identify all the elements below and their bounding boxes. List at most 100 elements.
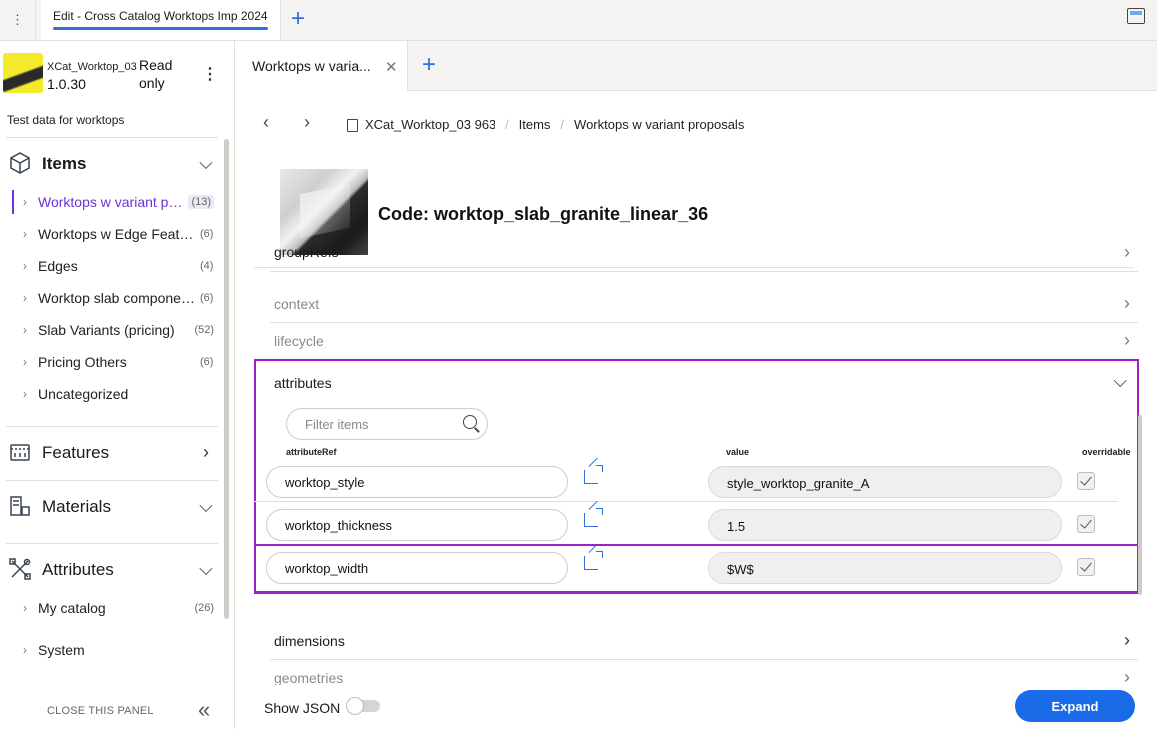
item-code-title: Code: worktop_slab_granite_linear_36 bbox=[378, 204, 709, 224]
show-json-toggle[interactable] bbox=[346, 697, 380, 715]
sidebar-item-edges[interactable]: › Edges (4) bbox=[12, 252, 218, 280]
close-icon[interactable]: ✕ bbox=[385, 58, 398, 76]
search-icon[interactable] bbox=[463, 415, 477, 429]
attribute-value: style_worktop_granite_A bbox=[727, 476, 870, 491]
attribute-value-field[interactable]: style_worktop_granite_A bbox=[708, 466, 1062, 498]
chevron-right-icon[interactable]: › bbox=[12, 643, 38, 657]
chevron-right-icon[interactable]: › bbox=[1124, 242, 1130, 263]
chevron-down-icon[interactable]: ⌵ bbox=[1113, 371, 1127, 392]
chevron-right-icon[interactable]: › bbox=[12, 291, 38, 305]
add-tab-button[interactable]: + bbox=[422, 51, 436, 79]
item-count: (26) bbox=[194, 602, 214, 614]
sidebar-scrollbar[interactable] bbox=[224, 139, 229, 619]
chevron-right-icon[interactable]: › bbox=[198, 441, 214, 463]
chevron-right-icon[interactable]: › bbox=[12, 323, 38, 337]
property-label: lifecycle bbox=[274, 333, 324, 349]
sidebar-item-slab-variants[interactable]: › Slab Variants (pricing) (52) bbox=[12, 316, 218, 344]
breadcrumb-catalog[interactable]: XCat_Worktop_03 9630 bbox=[365, 117, 495, 132]
section-materials[interactable]: Materials ⌵ bbox=[6, 480, 218, 532]
sidebar-item-slab-components[interactable]: › Worktop slab components (6) bbox=[12, 284, 218, 312]
property-context[interactable]: context › bbox=[270, 286, 1138, 323]
catalog-logo bbox=[3, 53, 43, 93]
sidebar-item-label: My catalog bbox=[38, 600, 106, 616]
sidebar-item-my-catalog[interactable]: › My catalog (26) bbox=[12, 594, 218, 622]
forward-arrow-icon[interactable]: › bbox=[304, 112, 310, 133]
item-count: (6) bbox=[200, 292, 214, 304]
attribute-value: 1.5 bbox=[727, 519, 746, 534]
attributes-icon bbox=[9, 558, 31, 580]
chevron-down-icon[interactable]: ⌵ bbox=[198, 558, 214, 580]
item-count: (6) bbox=[200, 356, 214, 368]
filter-items-input[interactable]: Filter items bbox=[286, 408, 488, 440]
section-attributes[interactable]: Attributes ⌵ bbox=[6, 543, 218, 595]
chevron-right-icon[interactable]: › bbox=[1124, 630, 1130, 651]
section-features-label: Features bbox=[42, 443, 110, 462]
catalog-version: 1.0.30 bbox=[47, 76, 86, 92]
column-header-value: value bbox=[726, 447, 750, 457]
close-panel-button[interactable]: CLOSE THIS PANEL bbox=[47, 705, 154, 717]
attribute-value-field[interactable]: 1.5 bbox=[708, 509, 1062, 541]
overridable-checkbox[interactable] bbox=[1077, 472, 1095, 490]
footer-bar: Show JSON Expand bbox=[254, 685, 1139, 729]
expand-button[interactable]: Expand bbox=[1015, 690, 1135, 722]
breadcrumb-category[interactable]: Worktops w variant proposals bbox=[574, 117, 744, 132]
features-icon bbox=[10, 444, 30, 461]
sidebar-item-uncategorized[interactable]: › Uncategorized bbox=[12, 380, 218, 408]
sidebar-item-label: Pricing Others bbox=[38, 354, 127, 370]
breadcrumb: XCat_Worktop_03 9630 / Items / Worktops … bbox=[347, 117, 744, 132]
section-items[interactable]: Items ⌵ bbox=[6, 137, 218, 189]
attributes-title[interactable]: attributes bbox=[274, 375, 332, 391]
sidebar-item-worktops-variant[interactable]: › Worktops w variant proposals (13) bbox=[12, 188, 218, 216]
property-lifecycle[interactable]: lifecycle › bbox=[270, 323, 1138, 360]
chevron-right-icon[interactable]: › bbox=[12, 259, 38, 273]
sidebar-item-pricing-others[interactable]: › Pricing Others (6) bbox=[12, 348, 218, 376]
section-attributes-label: Attributes bbox=[42, 560, 114, 579]
document-tab[interactable]: Edit - Cross Catalog Worktops Imp 2024 bbox=[41, 0, 281, 40]
chevron-right-icon[interactable]: › bbox=[12, 195, 38, 209]
chevron-right-icon[interactable]: › bbox=[12, 355, 38, 369]
chevron-right-icon[interactable]: › bbox=[12, 601, 38, 615]
chevron-right-icon[interactable]: › bbox=[12, 387, 38, 401]
back-arrow-icon[interactable]: ‹ bbox=[263, 112, 269, 133]
window-layout-icon[interactable] bbox=[1127, 8, 1145, 24]
sidebar-item-label: System bbox=[38, 642, 85, 658]
tab-worktops-variant[interactable]: Worktops w varia... ✕ bbox=[236, 41, 408, 91]
sidebar-item-system[interactable]: › System bbox=[12, 636, 218, 664]
catalog-panel: XCat_Worktop_03 1.0.30 Read only ⋮ Test … bbox=[0, 41, 235, 729]
chevron-down-icon[interactable]: ⌵ bbox=[198, 495, 214, 517]
catalog-status: Read only bbox=[139, 57, 173, 91]
property-groupRefs[interactable]: groupRefs › bbox=[270, 242, 1138, 272]
property-dimensions[interactable]: dimensions › bbox=[270, 623, 1138, 660]
chevron-right-icon[interactable]: › bbox=[1124, 293, 1130, 314]
column-header-overridable: overridable bbox=[1082, 447, 1131, 457]
attribute-ref-value: worktop_style bbox=[285, 475, 365, 490]
chevron-right-icon[interactable]: › bbox=[12, 227, 38, 241]
section-features[interactable]: Features › bbox=[6, 426, 218, 478]
section-items-label: Items bbox=[42, 154, 87, 173]
external-link-icon[interactable] bbox=[584, 465, 603, 484]
document-tab-label: Edit - Cross Catalog Worktops Imp 2024 bbox=[53, 9, 268, 23]
cube-icon bbox=[10, 152, 30, 174]
sidebar-item-worktops-edge[interactable]: › Worktops w Edge Features (6) bbox=[12, 220, 218, 248]
collapse-panel-icon[interactable]: « bbox=[198, 699, 210, 721]
book-icon bbox=[347, 119, 358, 132]
property-label: geometries bbox=[274, 670, 344, 686]
chevron-down-icon[interactable]: ⌵ bbox=[198, 152, 214, 174]
filter-placeholder: Filter items bbox=[305, 417, 369, 432]
column-header-ref: attributeRef bbox=[286, 447, 337, 457]
catalog-name: XCat_Worktop_03 bbox=[47, 61, 137, 73]
overridable-checkbox[interactable] bbox=[1077, 515, 1095, 533]
attribute-ref-field[interactable]: worktop_style bbox=[266, 466, 568, 498]
attribute-row: worktop_style style_worktop_granite_A bbox=[254, 460, 1118, 502]
app-menu-icon[interactable]: ⋮ bbox=[0, 0, 36, 40]
worktop-width-highlight bbox=[254, 544, 1139, 593]
item-count: (52) bbox=[194, 324, 214, 336]
catalog-menu-icon[interactable]: ⋮ bbox=[202, 63, 218, 85]
chevron-right-icon[interactable]: › bbox=[1124, 330, 1130, 351]
breadcrumb-items[interactable]: Items bbox=[519, 117, 551, 132]
sidebar-item-label: Worktops w variant proposals bbox=[38, 194, 184, 210]
add-document-button[interactable]: + bbox=[283, 4, 313, 34]
content-scrollbar[interactable] bbox=[1138, 415, 1142, 595]
external-link-icon[interactable] bbox=[584, 508, 603, 527]
attribute-ref-field[interactable]: worktop_thickness bbox=[266, 509, 568, 541]
